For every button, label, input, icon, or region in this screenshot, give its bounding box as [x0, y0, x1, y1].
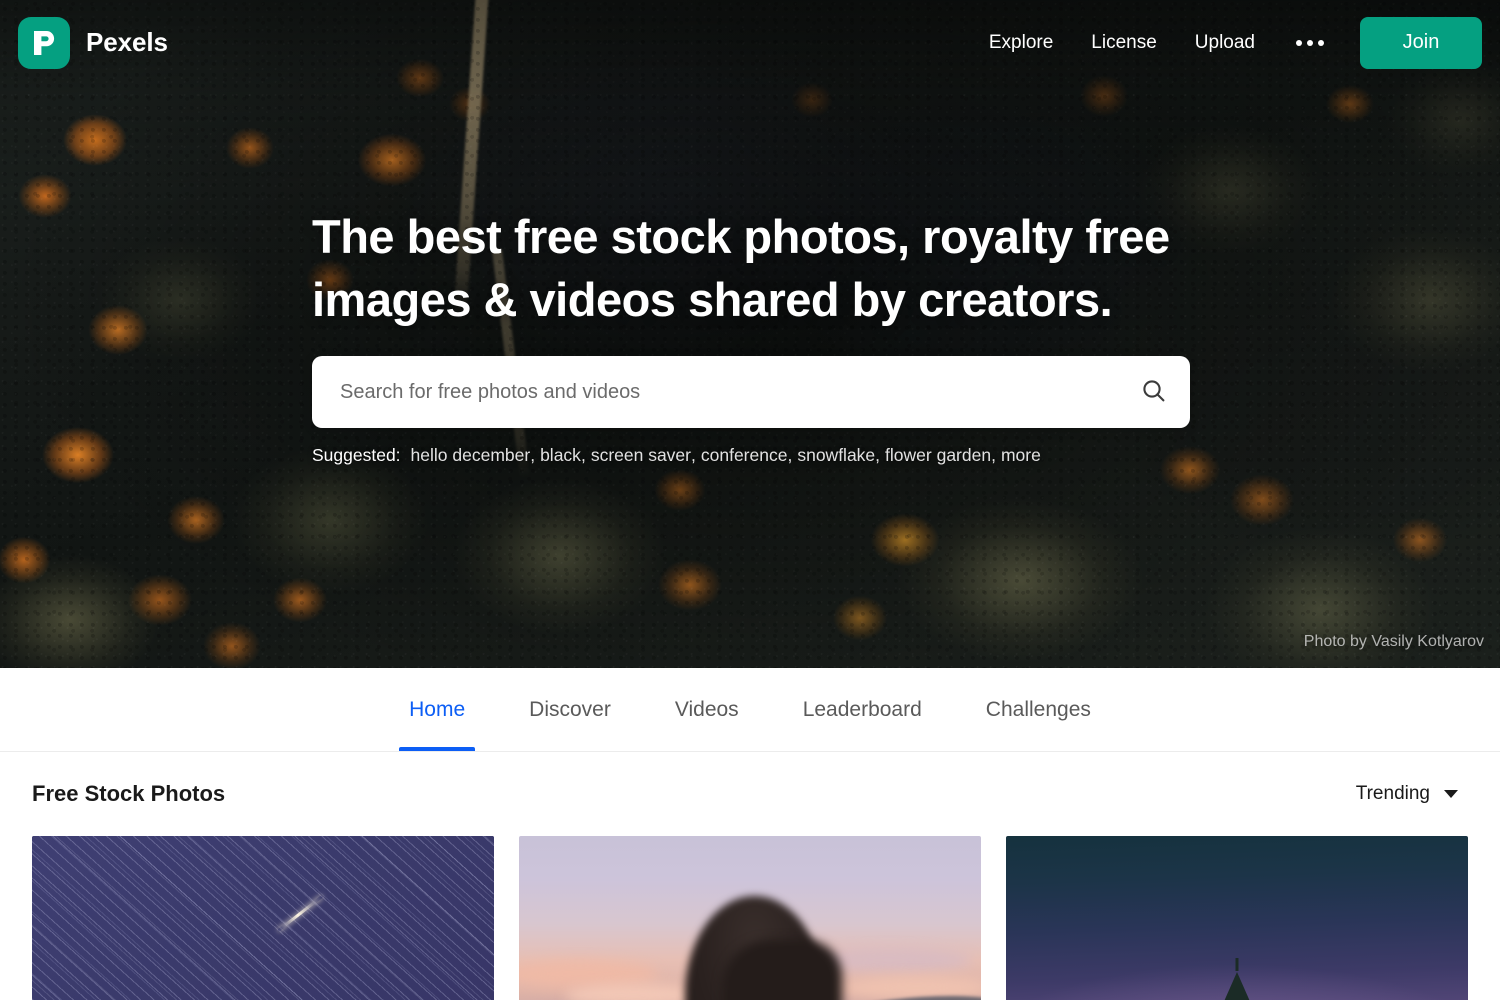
photo-card-sunset-silhouette[interactable]	[519, 836, 981, 1000]
suggested-term-black[interactable]: black	[540, 445, 581, 466]
chevron-down-icon	[1444, 790, 1458, 798]
photo-card-tower-twilight[interactable]	[1006, 836, 1468, 1000]
photo-thumbnail	[519, 836, 981, 1000]
suggested-searches: Suggested: hello december, black, screen…	[312, 445, 1041, 466]
tab-home[interactable]: Home	[377, 668, 497, 751]
main-nav: Explore License Upload Join	[970, 16, 1482, 69]
brand-name: Pexels	[86, 27, 168, 57]
hero-banner: Pexels Explore License Upload Join The b…	[0, 0, 1500, 668]
suggested-term-flower-garden[interactable]: flower garden	[885, 445, 991, 466]
photo-grid	[32, 836, 1468, 1000]
suggested-label: Suggested:	[312, 445, 401, 465]
pexels-logo-icon	[18, 16, 70, 69]
page-title: Free Stock Photos	[32, 781, 226, 806]
nav-link-upload[interactable]: Upload	[1176, 32, 1274, 54]
suggested-term-hello-december[interactable]: hello december	[411, 445, 531, 466]
ellipsis-dot	[1318, 39, 1324, 46]
search-icon	[1140, 377, 1168, 408]
tab-leaderboard[interactable]: Leaderboard	[771, 668, 954, 751]
join-button[interactable]: Join	[1360, 16, 1482, 69]
site-header: Pexels Explore License Upload Join	[0, 0, 1500, 85]
suggested-term-snowflake[interactable]: snowflake	[797, 445, 875, 466]
photo-card-star-trails[interactable]	[32, 836, 494, 1000]
photo-credit: Photo by Vasily Kotlyarov	[1303, 633, 1484, 650]
section-tabs: Home Discover Videos Leaderboard Challen…	[0, 668, 1500, 752]
suggested-term-more[interactable]: more	[1001, 445, 1041, 466]
pexels-homepage: Pexels Explore License Upload Join The b…	[0, 0, 1500, 1000]
photo-thumbnail	[32, 836, 494, 1000]
ellipsis-icon[interactable]	[1274, 39, 1346, 46]
tab-videos[interactable]: Videos	[643, 668, 771, 751]
brand-logo-link[interactable]: Pexels	[18, 16, 168, 69]
hero-headline: The best free stock photos, royalty free…	[312, 210, 1170, 326]
sort-dropdown-label: Trending	[1355, 783, 1430, 804]
suggested-term-screen-saver[interactable]: screen saver	[591, 445, 691, 466]
search-bar	[312, 356, 1190, 428]
silhouette-hair	[722, 940, 843, 1000]
ellipsis-dot	[1296, 39, 1302, 46]
tab-discover[interactable]: Discover	[497, 668, 643, 751]
hero-content: The best free stock photos, royalty free…	[312, 205, 1192, 466]
sort-dropdown[interactable]: Trending	[1356, 783, 1468, 805]
ellipsis-dot	[1307, 39, 1313, 46]
tower-mast	[1235, 958, 1239, 971]
search-submit-button[interactable]	[1118, 356, 1190, 428]
search-input[interactable]	[312, 356, 1118, 428]
gallery-header: Free Stock Photos Trending	[32, 752, 1468, 836]
nav-link-explore[interactable]: Explore	[970, 32, 1072, 54]
tab-challenges[interactable]: Challenges	[954, 668, 1123, 751]
cloud-shape	[565, 984, 704, 1000]
tower-spire	[1207, 972, 1267, 1000]
nav-link-license[interactable]: License	[1072, 32, 1176, 54]
suggested-term-conference[interactable]: conference	[701, 445, 788, 466]
photo-thumbnail	[1006, 836, 1468, 1000]
gallery-section: Free Stock Photos Trending	[0, 752, 1500, 1000]
